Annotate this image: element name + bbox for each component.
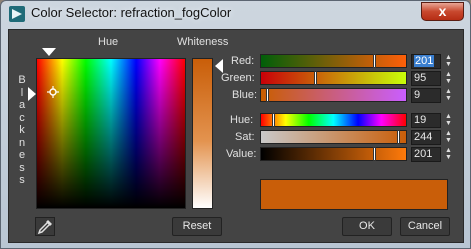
blackness-pointer-icon[interactable] [28,87,36,101]
saturation-spinner-arrows-icon[interactable]: ▲ ▼ [444,130,453,145]
whiteness-bar[interactable] [192,58,213,209]
hue-blackness-picker[interactable] [36,58,186,209]
ok-button[interactable]: OK [342,217,392,236]
value-label: Value: [226,148,257,160]
blue-slider[interactable] [260,88,407,102]
hue-label: Hue [98,36,119,48]
whiteness-label: Whiteness [177,36,229,48]
hue-pointer-icon[interactable] [42,48,56,56]
red-value-field[interactable]: 201 [411,54,441,69]
eyedropper-button[interactable] [35,217,55,236]
saturation-slider[interactable] [260,130,407,144]
saturation-slider-thumb[interactable] [397,130,400,144]
value-slider-thumb[interactable] [373,147,376,161]
blue-slider-thumb[interactable] [266,88,269,102]
window-title: Color Selector: refraction_fogColor [31,5,232,20]
hue-slider-thumb[interactable] [272,113,275,127]
green-label: Green: [221,72,255,84]
green-spinner-arrows-icon[interactable]: ▲ ▼ [444,71,453,86]
cancel-button[interactable]: Cancel [400,217,450,236]
dialog-body: Hue Whiteness Blackness Red: 201 ▲ ▼ Gree… [8,29,464,243]
close-icon: x [438,3,447,19]
reset-button[interactable]: Reset [172,217,222,236]
blackness-label: Blackness [18,74,26,186]
hue-slider[interactable] [260,113,407,127]
hue-spinner-arrows-icon[interactable]: ▲ ▼ [444,113,453,128]
green-value-field[interactable]: 95 [411,71,441,86]
app-icon [9,6,25,22]
red-slider[interactable] [260,54,407,68]
blue-label: Blue: [232,89,258,101]
crosshair-icon [47,86,59,98]
current-color-swatch [260,179,448,210]
title-bar[interactable]: Color Selector: refraction_fogColor x [1,1,470,27]
red-label: Red: [231,55,255,67]
green-slider-thumb[interactable] [314,71,317,85]
eyedropper-icon [37,220,52,235]
red-slider-thumb[interactable] [373,54,376,68]
color-selector-window: Color Selector: refraction_fogColor x Hu… [0,0,471,249]
close-button[interactable]: x [421,2,464,21]
saturation-value-field[interactable]: 244 [411,130,441,145]
sat-label: Sat: [235,131,255,143]
hue-value-label: Hue: [230,114,254,126]
value-slider[interactable] [260,147,407,161]
hue-value-field[interactable]: 19 [411,113,441,128]
blue-value-field[interactable]: 9 [411,88,441,103]
green-slider[interactable] [260,71,407,85]
red-spinner-arrows-icon[interactable]: ▲ ▼ [444,54,453,69]
blue-spinner-arrows-icon[interactable]: ▲ ▼ [444,88,453,103]
value-spinner-arrows-icon[interactable]: ▲ ▼ [444,147,453,162]
value-value-field[interactable]: 201 [411,147,441,162]
whiteness-pointer-icon[interactable] [215,59,223,73]
